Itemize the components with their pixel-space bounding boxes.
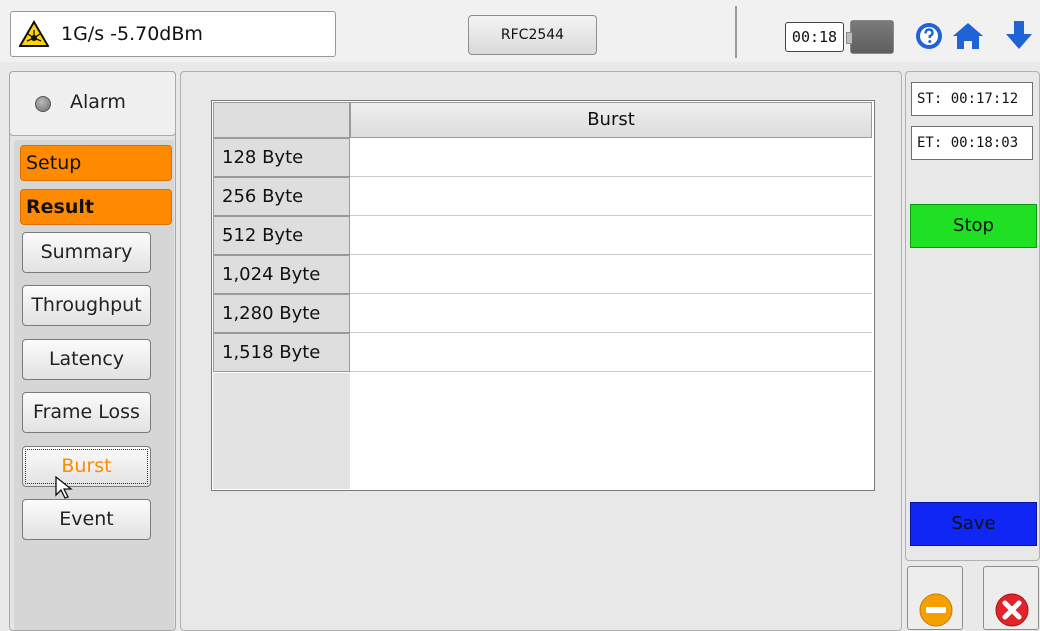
warning-laser-icon — [19, 20, 49, 47]
alarm-led-icon — [35, 96, 51, 112]
table-cell — [350, 138, 872, 177]
header-divider — [735, 6, 737, 58]
row-header-512: 512 Byte — [213, 216, 350, 255]
row-header-256: 256 Byte — [213, 177, 350, 216]
minimize-button[interactable] — [907, 566, 963, 630]
end-time: ET: 00:18:03 — [911, 126, 1033, 160]
sidebar-item-latency[interactable]: Latency — [22, 339, 151, 380]
close-circle-icon — [995, 593, 1029, 627]
download-arrow-icon[interactable] — [1004, 19, 1034, 51]
row-header-filler — [213, 373, 350, 489]
minus-circle-icon — [919, 593, 953, 627]
row-header-1280: 1,280 Byte — [213, 294, 350, 333]
sidebar-item-burst[interactable]: Burst — [22, 446, 151, 487]
close-button[interactable] — [983, 566, 1039, 630]
row-header-1024: 1,024 Byte — [213, 255, 350, 294]
sidebar-item-summary[interactable]: Summary — [22, 232, 151, 273]
table-cell — [350, 294, 872, 333]
sidebar-item-frame-loss[interactable]: Frame Loss — [22, 392, 151, 433]
sidebar-item-event[interactable]: Event — [22, 499, 151, 540]
table-cell — [350, 333, 872, 372]
mouse-cursor-icon — [55, 476, 73, 499]
battery-icon — [846, 20, 894, 54]
table-cell — [350, 177, 872, 216]
rfc2544-mode-button[interactable]: RFC2544 — [468, 15, 597, 55]
alarm-label: Alarm — [70, 91, 126, 113]
elapsed-timer: 00:18 — [785, 22, 844, 52]
column-header-burst: Burst — [350, 102, 872, 138]
row-header-1518: 1,518 Byte — [213, 333, 350, 372]
stop-button[interactable]: Stop — [910, 204, 1037, 248]
table-cell — [350, 255, 872, 294]
save-button[interactable]: Save — [910, 502, 1037, 546]
tab-result[interactable]: Result — [20, 189, 172, 225]
tab-setup[interactable]: Setup — [20, 145, 172, 181]
table-corner-cell — [213, 102, 350, 138]
start-time: ST: 00:17:12 — [911, 82, 1033, 116]
sidebar-item-throughput[interactable]: Throughput — [22, 285, 151, 326]
home-icon[interactable] — [951, 21, 985, 51]
help-icon[interactable] — [914, 21, 944, 51]
row-header-128: 128 Byte — [213, 138, 350, 177]
signal-status-box: 1G/s -5.70dBm — [10, 11, 336, 57]
table-cell — [350, 216, 872, 255]
signal-text: 1G/s -5.70dBm — [61, 23, 203, 45]
